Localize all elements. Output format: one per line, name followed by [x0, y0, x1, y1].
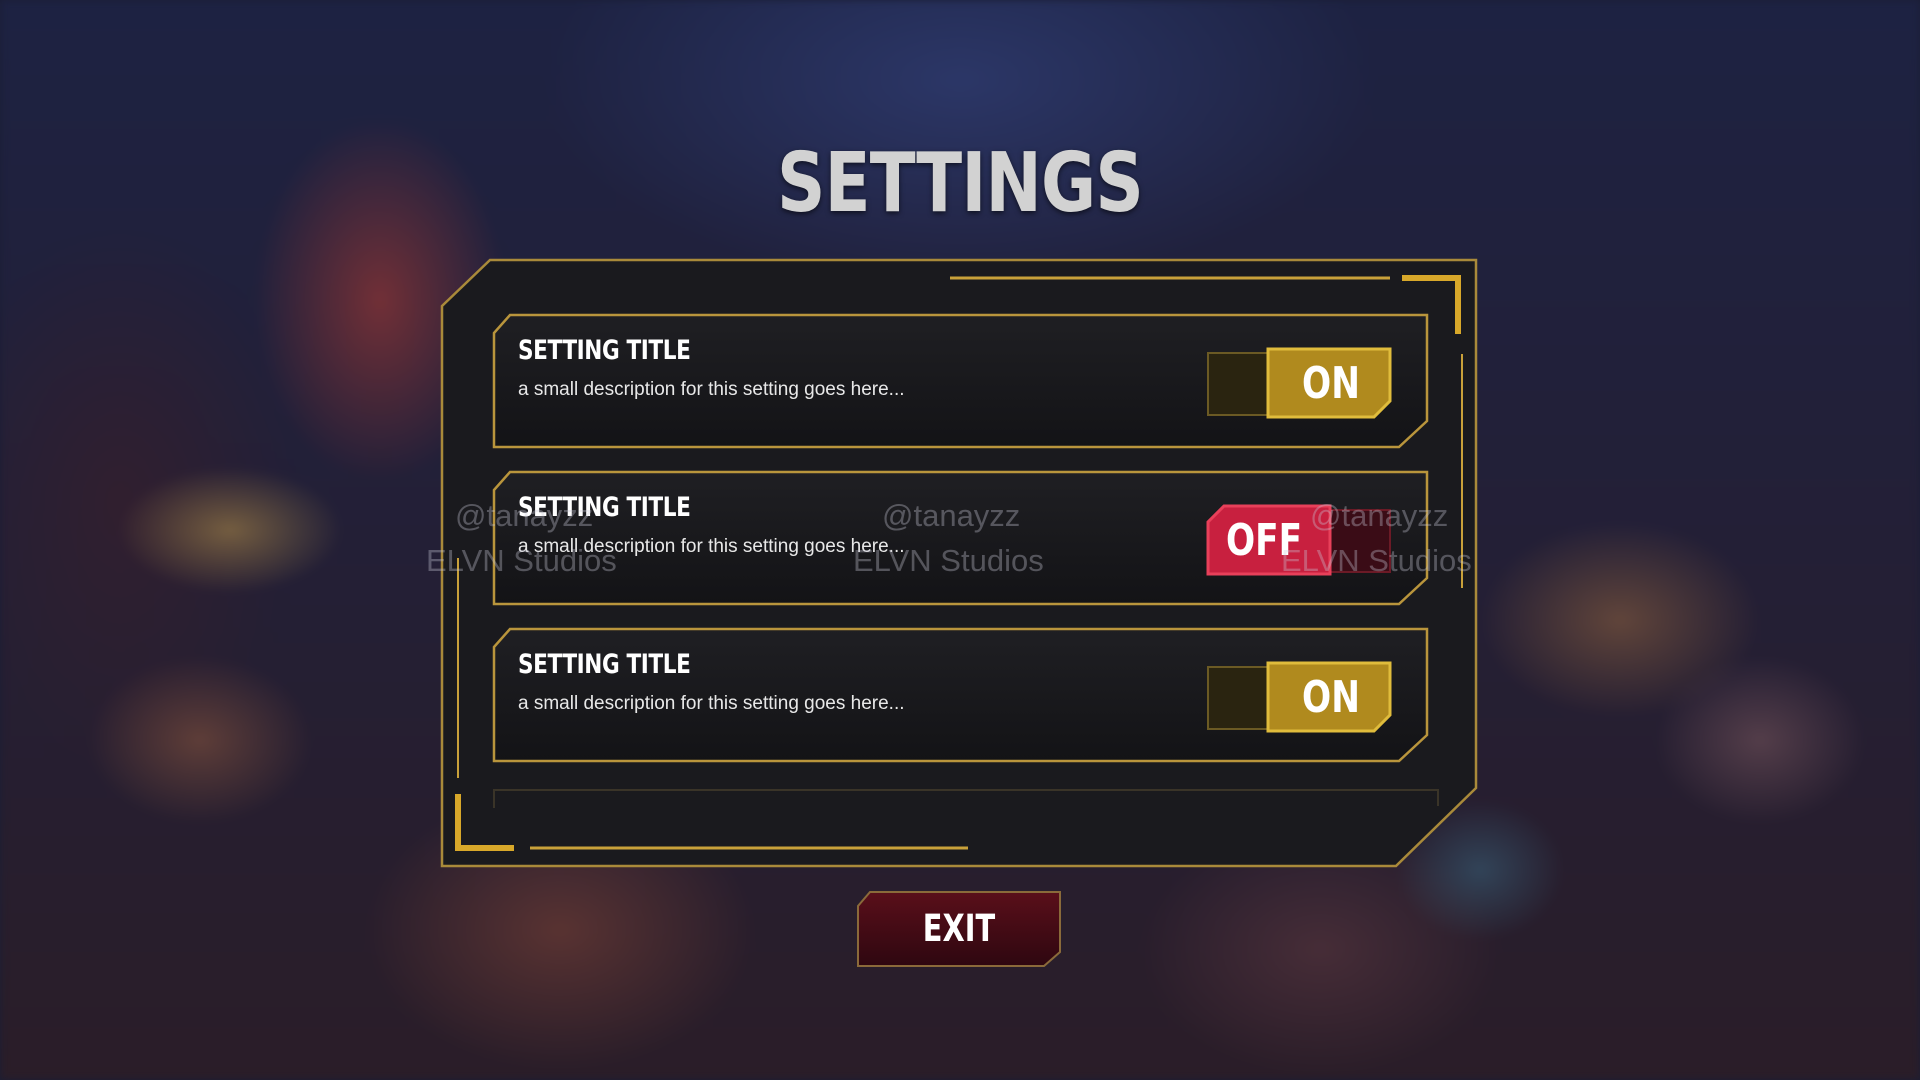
setting-description: a small description for this setting goe…: [518, 379, 905, 400]
exit-button[interactable]: EXIT: [856, 890, 1062, 968]
page-title: SETTINGS: [776, 136, 1144, 231]
toggle-label: OFF: [1225, 515, 1303, 566]
toggle-label: ON: [1302, 672, 1360, 723]
setting-description: a small description for this setting goe…: [518, 693, 905, 714]
toggle-label: ON: [1302, 358, 1360, 409]
toggle-switch-off[interactable]: OFF: [1206, 504, 1392, 578]
setting-title: SETTING TITLE: [518, 492, 691, 523]
setting-description: a small description for this setting goe…: [518, 536, 905, 557]
setting-row: SETTING TITLE a small description for th…: [492, 470, 1429, 606]
setting-row: SETTING TITLE a small description for th…: [492, 627, 1429, 763]
setting-title: SETTING TITLE: [518, 335, 691, 366]
setting-title: SETTING TITLE: [518, 649, 691, 680]
exit-label: EXIT: [922, 907, 996, 950]
setting-row: SETTING TITLE a small description for th…: [492, 313, 1429, 449]
toggle-switch-on[interactable]: ON: [1206, 661, 1392, 735]
toggle-switch-on[interactable]: ON: [1206, 347, 1392, 421]
